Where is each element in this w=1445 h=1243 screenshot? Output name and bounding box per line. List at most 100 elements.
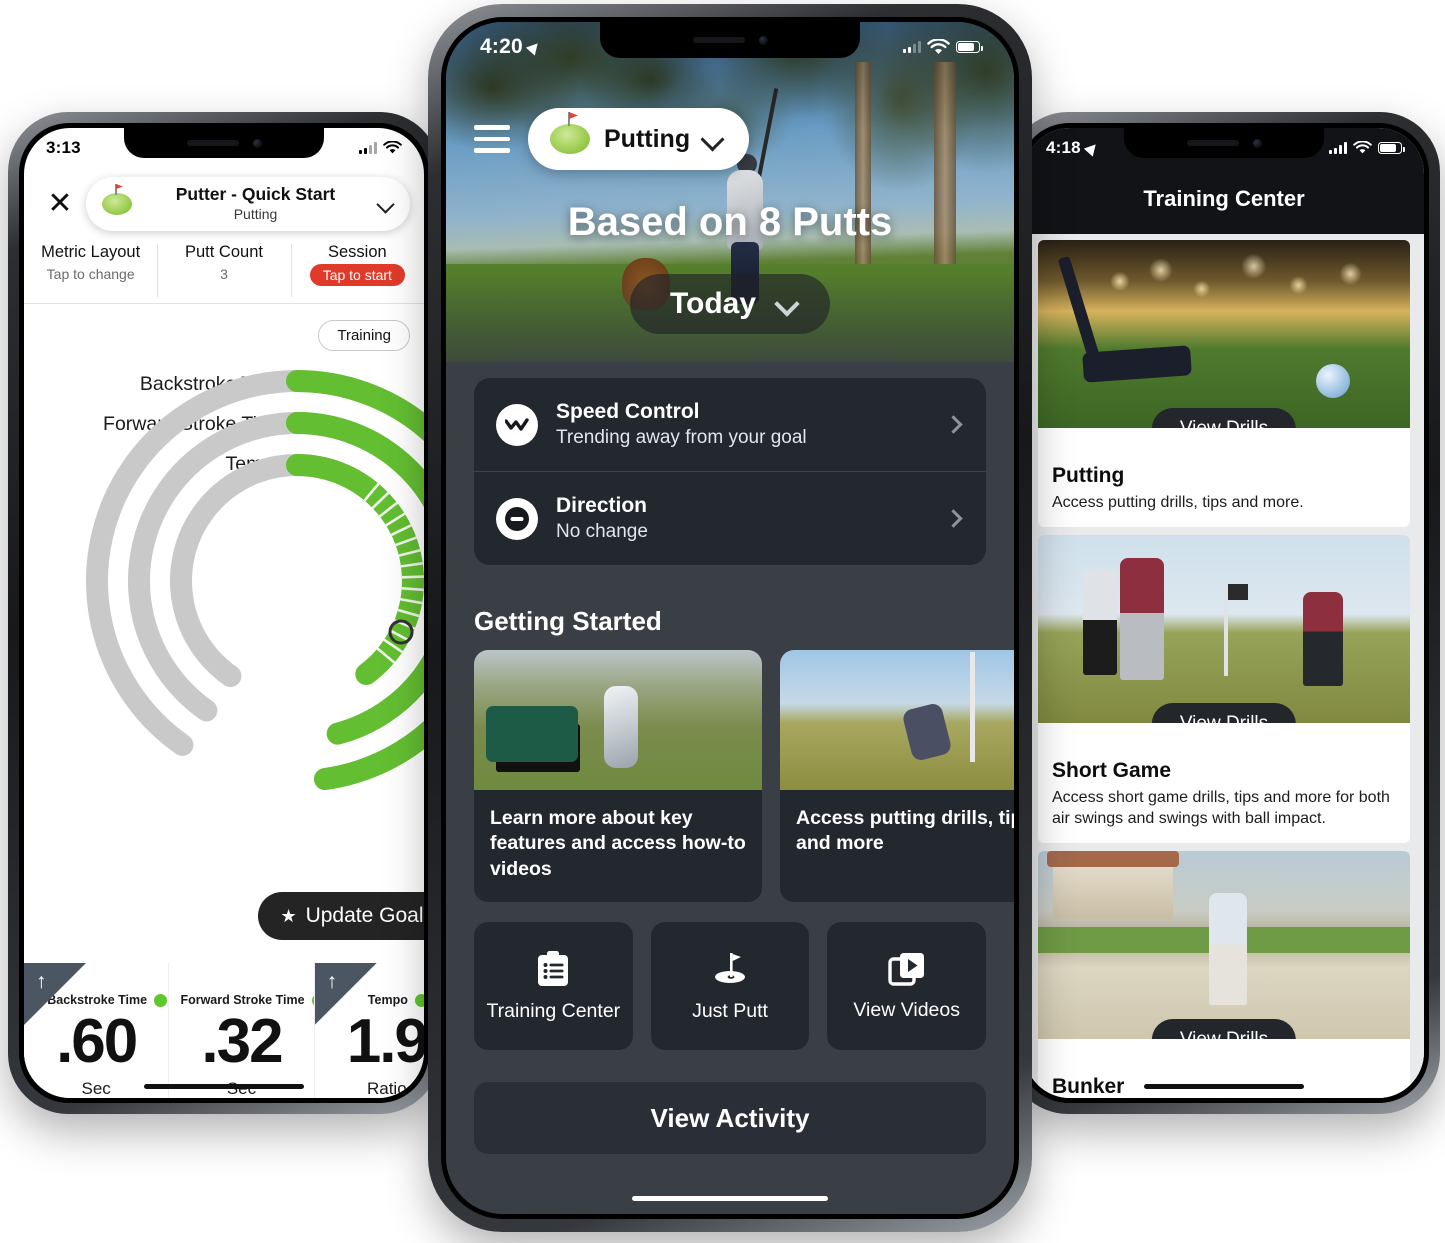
hero-headline-count: 8 Putts (758, 200, 893, 244)
cellular-signal-icon (903, 41, 921, 53)
putt-count-label: Putt Count (185, 243, 263, 261)
clipboard-icon (538, 950, 569, 986)
training-card-putting[interactable]: View Drills Putting Access putting drill… (1038, 240, 1410, 528)
quick-action-label: View Videos (853, 998, 960, 1021)
putt-count-cell[interactable]: Putt Count 3 (157, 238, 290, 303)
center-top-bar: Putting (446, 108, 1014, 170)
mode-selector[interactable]: Putting (528, 108, 750, 170)
metric-card-value: .32 (201, 1007, 283, 1076)
card-image-golfers-on-green: View Drills (1038, 535, 1410, 724)
session-cell[interactable]: Session Tap to start (290, 238, 424, 303)
status-right (1329, 141, 1405, 155)
status-dot (414, 993, 424, 1007)
insight-title: Speed Control (556, 400, 700, 423)
metric-card-value: .60 (56, 1007, 138, 1076)
chevron-right-icon (944, 509, 963, 528)
chevron-down-icon (774, 291, 800, 317)
quick-action-view-videos[interactable]: View Videos (827, 922, 987, 1050)
card-body: Bunker Access drills, tips and more for … (1038, 1039, 1410, 1098)
device-title: Putter - Quick Start (175, 184, 336, 205)
status-time: 3:13 (46, 138, 81, 157)
earpiece-speaker (692, 37, 745, 43)
insight-text: Speed Control Trending away from your go… (556, 400, 929, 449)
arrow-up-icon: ↑ (326, 970, 338, 993)
golfer-figure (1119, 557, 1164, 680)
card-title: Short Game (1052, 759, 1172, 783)
card-image-golfer-at-flag (780, 650, 1014, 790)
phone-left-screen: 3:13 ✕ Putter - Quick Start Putting Metr… (24, 128, 424, 1098)
update-goals-button[interactable]: ★ Update Goals (258, 892, 424, 940)
metric-card-head: Forward Stroke Time (169, 993, 314, 1007)
earpiece-speaker (1186, 140, 1239, 146)
earpiece-speaker (186, 140, 239, 146)
view-drills-button[interactable]: View Drills (1151, 703, 1297, 724)
getting-started-heading: Getting Started (474, 606, 662, 636)
date-selector[interactable]: Today (629, 274, 831, 334)
clubhouse-building (1046, 851, 1179, 919)
training-card-bunker[interactable]: View Drills Bunker Access drills, tips a… (1038, 851, 1410, 1098)
location-arrow-icon (525, 38, 542, 56)
chevron-down-icon (700, 126, 725, 152)
insight-row-direction[interactable]: Direction No change (474, 471, 986, 565)
card-description: Access short game drills, tips and more … (1052, 789, 1390, 828)
training-filter-pill[interactable]: Training (318, 320, 410, 351)
star-icon: ★ (280, 905, 297, 926)
golf-green-icon (102, 184, 132, 215)
session-start-button[interactable]: Tap to start (309, 264, 405, 286)
front-camera (1252, 138, 1262, 148)
status-left: 3:13 (46, 138, 81, 158)
gauge-svg (86, 370, 424, 792)
view-drills-button[interactable]: View Drills (1151, 408, 1297, 428)
arrow-up-icon: ↑ (36, 970, 47, 993)
metric-card-row: ↑ Backstroke Time .60 Sec Forward Stroke… (24, 963, 424, 1098)
metric-card[interactable]: ↑ Tempo 1.9 Ratio (314, 963, 424, 1098)
center-content: Speed Control Trending away from your go… (446, 362, 1014, 1214)
view-drills-button[interactable]: View Drills (1151, 1019, 1297, 1040)
left-top-bar: ✕ Putter - Quick Start Putting (24, 172, 424, 236)
close-button[interactable]: ✕ (38, 189, 82, 219)
card-image-golfers-with-cart (474, 650, 762, 790)
metric-layout-cell[interactable]: Metric Layout Tap to change (24, 238, 157, 303)
insight-row-speed-control[interactable]: Speed Control Trending away from your go… (474, 378, 986, 471)
session-label: Session (327, 243, 387, 261)
quick-action-label: Training Center (486, 999, 621, 1022)
quick-action-training-center[interactable]: Training Center (474, 922, 633, 1050)
card-title: Putting (1052, 464, 1125, 487)
phone-left: 3:13 ✕ Putter - Quick Start Putting Metr… (8, 112, 440, 1114)
device-selector[interactable]: Putter - Quick Start Putting (86, 177, 410, 231)
metric-card[interactable]: ↑ Backstroke Time .60 Sec (24, 963, 170, 1098)
status-right (903, 38, 983, 56)
training-card-list[interactable]: View Drills Putting Access putting drill… (1024, 234, 1424, 1098)
view-activity-button[interactable]: View Activity (474, 1082, 986, 1154)
home-indicator (1144, 1084, 1304, 1089)
status-dot (154, 993, 168, 1007)
quick-action-just-putt[interactable]: Just Putt (650, 922, 810, 1050)
metric-card-unit: Ratio (366, 1079, 407, 1098)
quick-action-label: Just Putt (692, 999, 768, 1022)
insight-text: Direction No change (556, 494, 929, 543)
hamburger-menu-icon[interactable] (474, 125, 510, 153)
card-description: Access putting drills, tips and more. (1052, 494, 1304, 511)
notch-center (600, 22, 860, 58)
training-card-short-game[interactable]: View Drills Short Game Access short game… (1038, 535, 1410, 844)
golfer-figure (1082, 568, 1117, 675)
insight-subtitle: Trending away from your goal (556, 427, 807, 448)
golfer-figure (1209, 892, 1248, 1005)
metric-card-title: Backstroke Time (47, 993, 148, 1007)
cellular-signal-icon (1329, 142, 1347, 154)
status-time: 4:20 (480, 35, 523, 58)
date-selector-label: Today (669, 287, 757, 320)
screenshot-stage: 3:13 ✕ Putter - Quick Start Putting Metr… (0, 0, 1445, 1243)
phone-right-bezel: 4:18 Training Center Putting Access putt… (1019, 123, 1429, 1103)
getting-started-card[interactable]: Access putting drills, tips, and more (780, 650, 1014, 903)
getting-started-cards: Learn more about key features and access… (474, 650, 1014, 903)
page-title: Training Center (1143, 186, 1305, 211)
metric-card-title: Forward Stroke Time (180, 993, 305, 1007)
getting-started-card[interactable]: Learn more about key features and access… (474, 650, 762, 903)
insight-title: Direction (556, 494, 648, 517)
chevron-down-icon (376, 194, 395, 214)
metric-card[interactable]: Forward Stroke Time .32 Sec (169, 963, 315, 1098)
status-right (359, 141, 402, 155)
chevron-right-icon (944, 415, 963, 434)
metric-layout-label: Metric Layout (41, 243, 141, 261)
